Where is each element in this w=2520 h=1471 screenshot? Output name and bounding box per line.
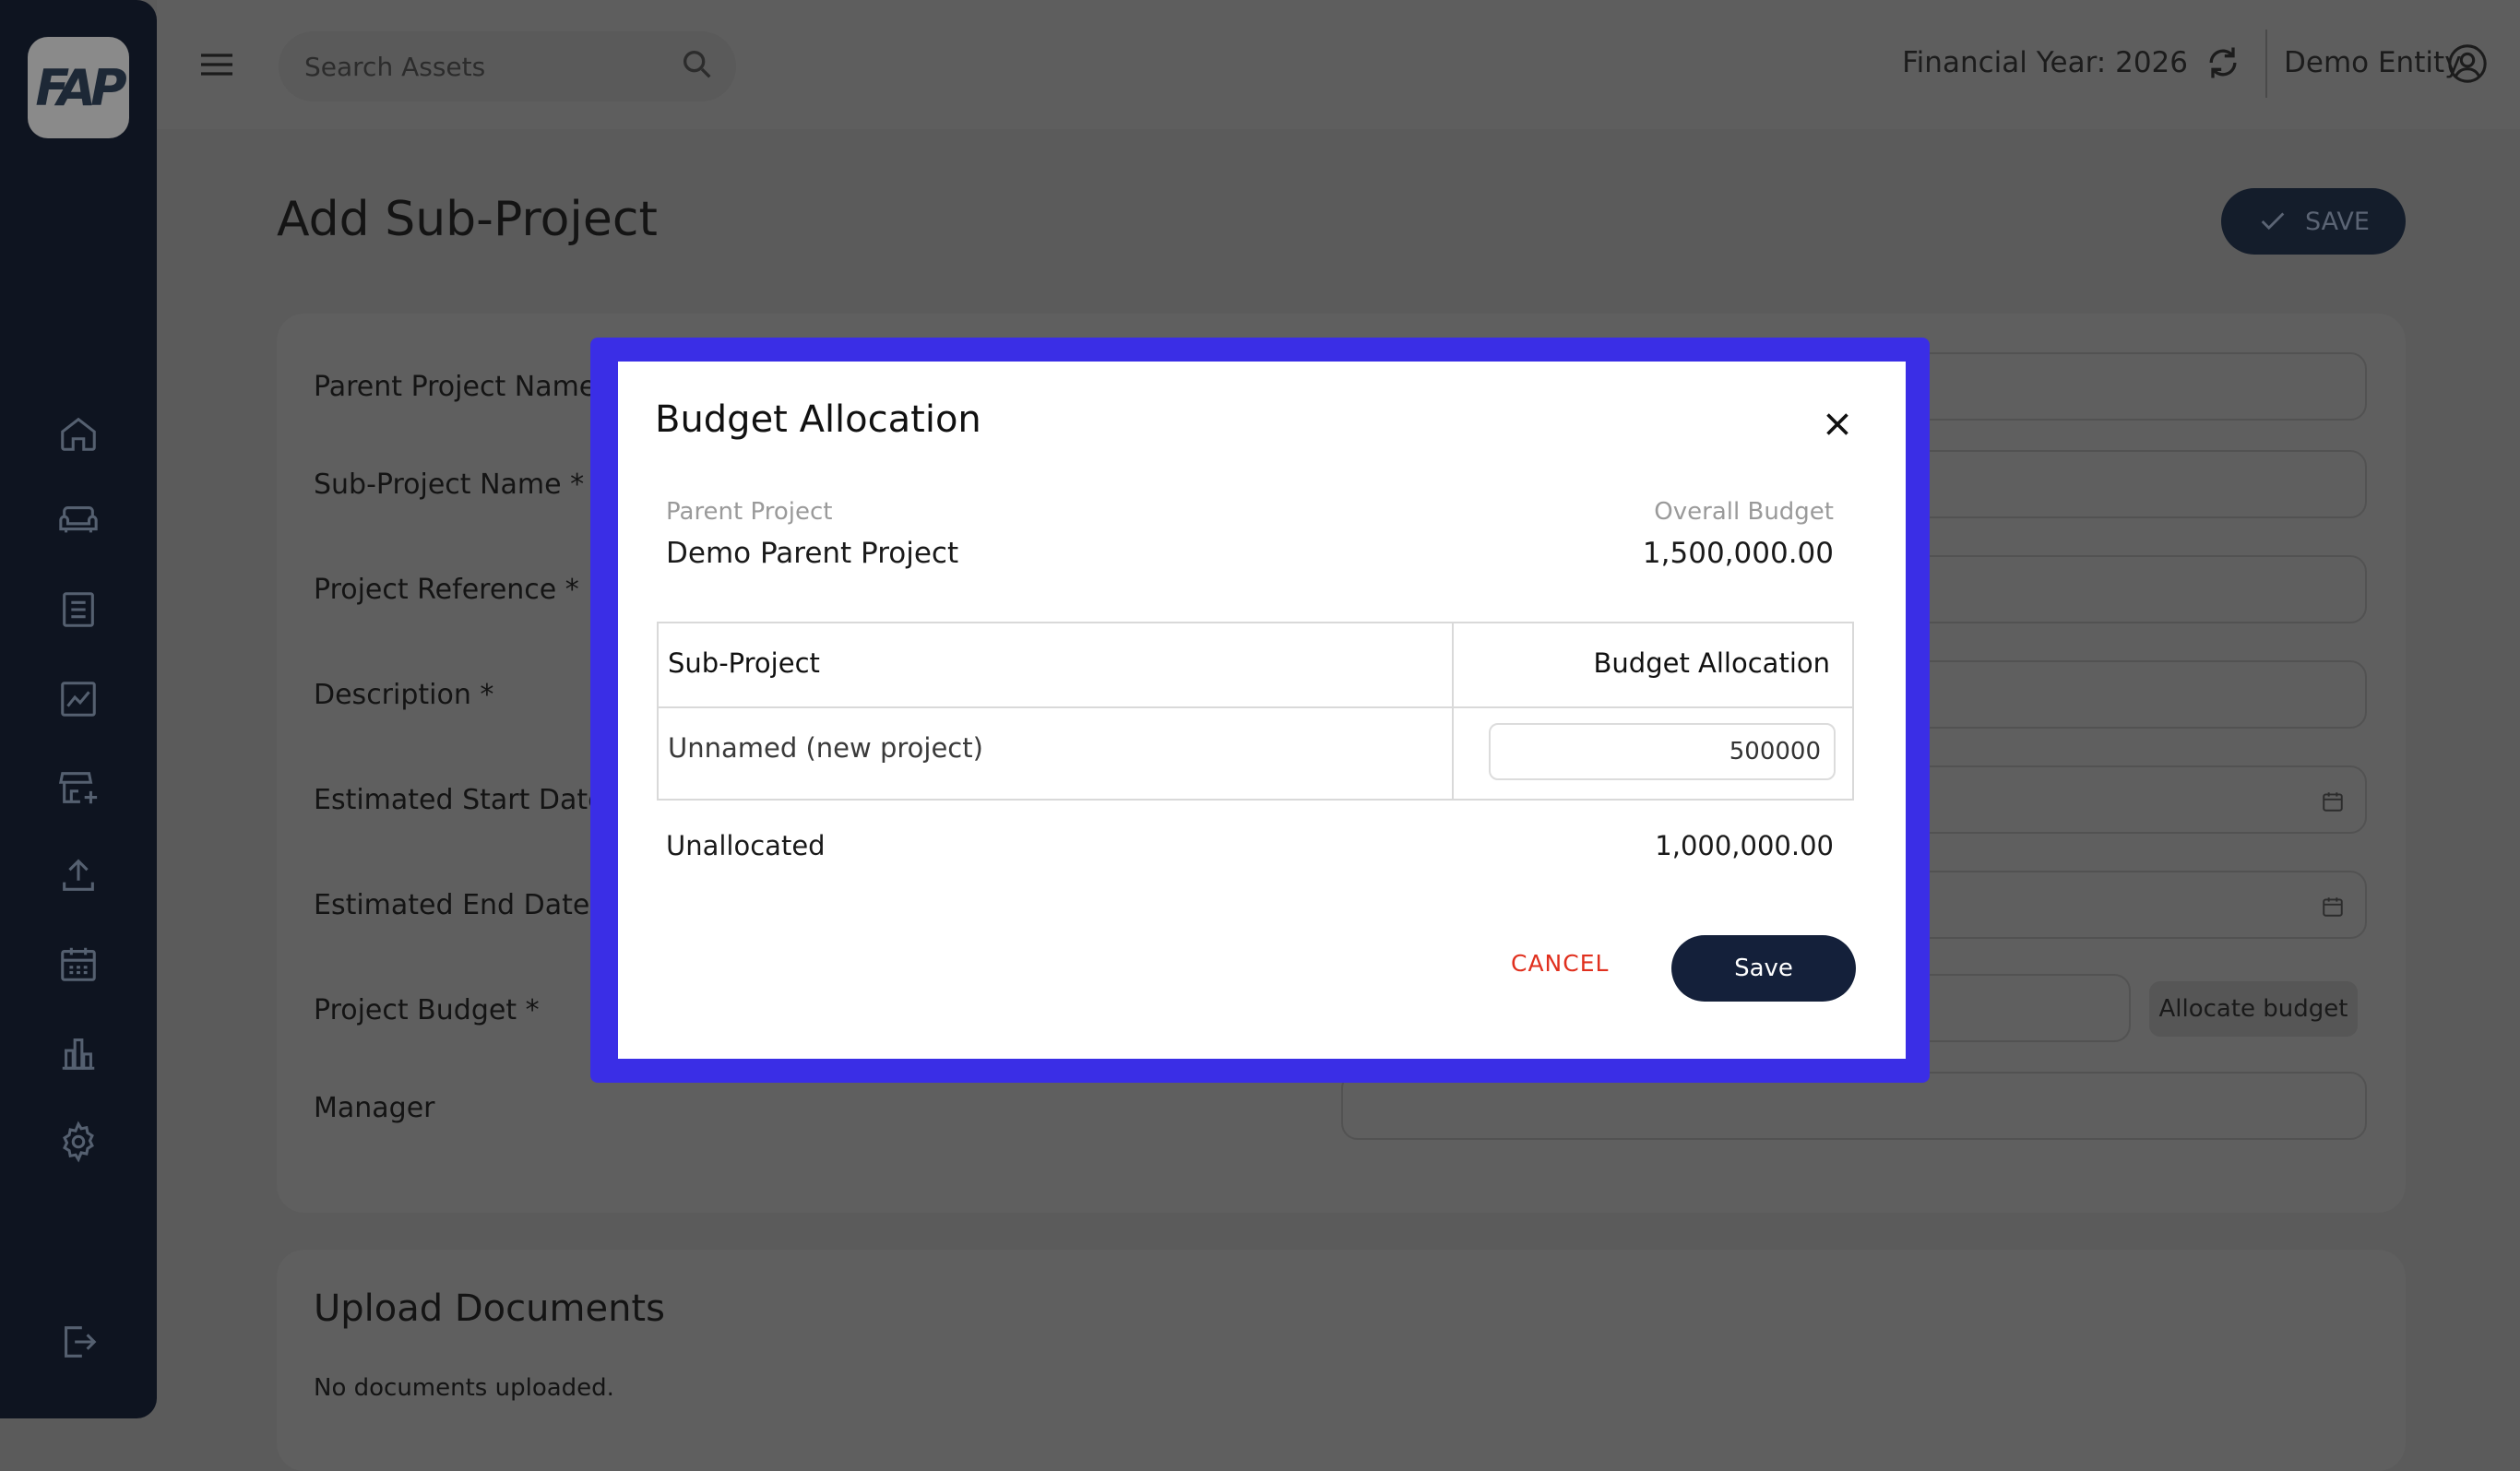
field-label-start-date: Estimated Start Date * <box>314 784 628 816</box>
field-label-description: Description * <box>314 679 494 711</box>
calendar-icon[interactable] <box>57 943 100 985</box>
table-column-divider <box>1452 623 1454 799</box>
gear-icon[interactable] <box>57 1121 100 1163</box>
store-add-icon[interactable] <box>57 766 100 809</box>
chart-icon[interactable] <box>57 678 100 720</box>
column-header-allocation: Budget Allocation <box>1593 647 1830 679</box>
sidebar: FAP <box>0 0 157 1418</box>
topbar-divider <box>2265 30 2267 98</box>
budget-allocation-dialog: Budget Allocation Parent Project Demo Pa… <box>618 362 1906 1059</box>
field-label-project-budget: Project Budget * <box>314 994 540 1026</box>
overall-budget-label: Overall Budget <box>1654 498 1834 526</box>
upload-documents-title: Upload Documents <box>314 1287 665 1330</box>
page-title: Add Sub-Project <box>277 192 658 247</box>
upload-icon[interactable] <box>57 854 100 896</box>
dialog-save-label: Save <box>1734 955 1793 982</box>
upload-documents-card <box>277 1250 2406 1471</box>
column-header-subproject: Sub-Project <box>668 647 820 679</box>
close-icon[interactable] <box>1821 408 1854 441</box>
calendar-picker-icon[interactable] <box>2321 789 2345 813</box>
check-icon <box>2257 206 2288 237</box>
table-row-subproject-name: Unnamed (new project) <box>668 732 983 764</box>
parent-project-label: Parent Project <box>666 498 833 526</box>
search-icon[interactable] <box>679 46 716 83</box>
list-icon[interactable] <box>57 588 100 631</box>
field-label-subproject-name: Sub-Project Name * <box>314 469 585 501</box>
field-label-project-reference: Project Reference * <box>314 574 579 606</box>
page-save-label: SAVE <box>2305 207 2370 236</box>
search-bar[interactable]: Search Assets <box>279 31 736 101</box>
bar-chart-icon[interactable] <box>57 1031 100 1074</box>
overall-budget-value: 1,500,000.00 <box>1642 537 1834 570</box>
search-input[interactable]: Search Assets <box>304 52 485 82</box>
allocation-table: Sub-Project Budget Allocation Unnamed (n… <box>657 622 1854 801</box>
allocate-budget-label: Allocate budget <box>2158 995 2348 1023</box>
parent-project-value: Demo Parent Project <box>666 537 959 570</box>
dialog-title: Budget Allocation <box>655 398 981 441</box>
hamburger-menu-icon[interactable] <box>197 48 236 81</box>
field-label-end-date: Estimated End Date * <box>314 889 612 921</box>
dialog-save-button[interactable]: Save <box>1671 935 1856 1002</box>
unallocated-value: 1,000,000.00 <box>1655 830 1834 861</box>
app-logo[interactable]: FAP <box>28 37 129 138</box>
allocation-amount-input[interactable] <box>1489 723 1836 780</box>
user-account-icon[interactable] <box>2446 42 2489 85</box>
calendar-picker-icon[interactable] <box>2321 895 2345 919</box>
allocate-budget-button[interactable]: Allocate budget <box>2149 981 2358 1037</box>
cancel-button[interactable]: CANCEL <box>1511 950 1609 977</box>
sofa-icon[interactable] <box>57 499 100 541</box>
home-icon[interactable] <box>57 412 100 455</box>
field-label-manager: Manager <box>314 1092 435 1124</box>
logout-icon[interactable] <box>57 1321 100 1363</box>
logo-text: FAP <box>35 58 126 117</box>
financial-year-label: Financial Year: 2026 <box>1902 46 2188 79</box>
field-label-parent-project: Parent Project Name <box>314 371 597 403</box>
refresh-icon[interactable] <box>2203 42 2243 83</box>
unallocated-label: Unallocated <box>666 830 826 861</box>
upload-empty-text: No documents uploaded. <box>314 1374 614 1402</box>
entity-selector[interactable]: Demo Entity <box>2284 46 2461 79</box>
page-save-button[interactable]: SAVE <box>2221 188 2406 255</box>
